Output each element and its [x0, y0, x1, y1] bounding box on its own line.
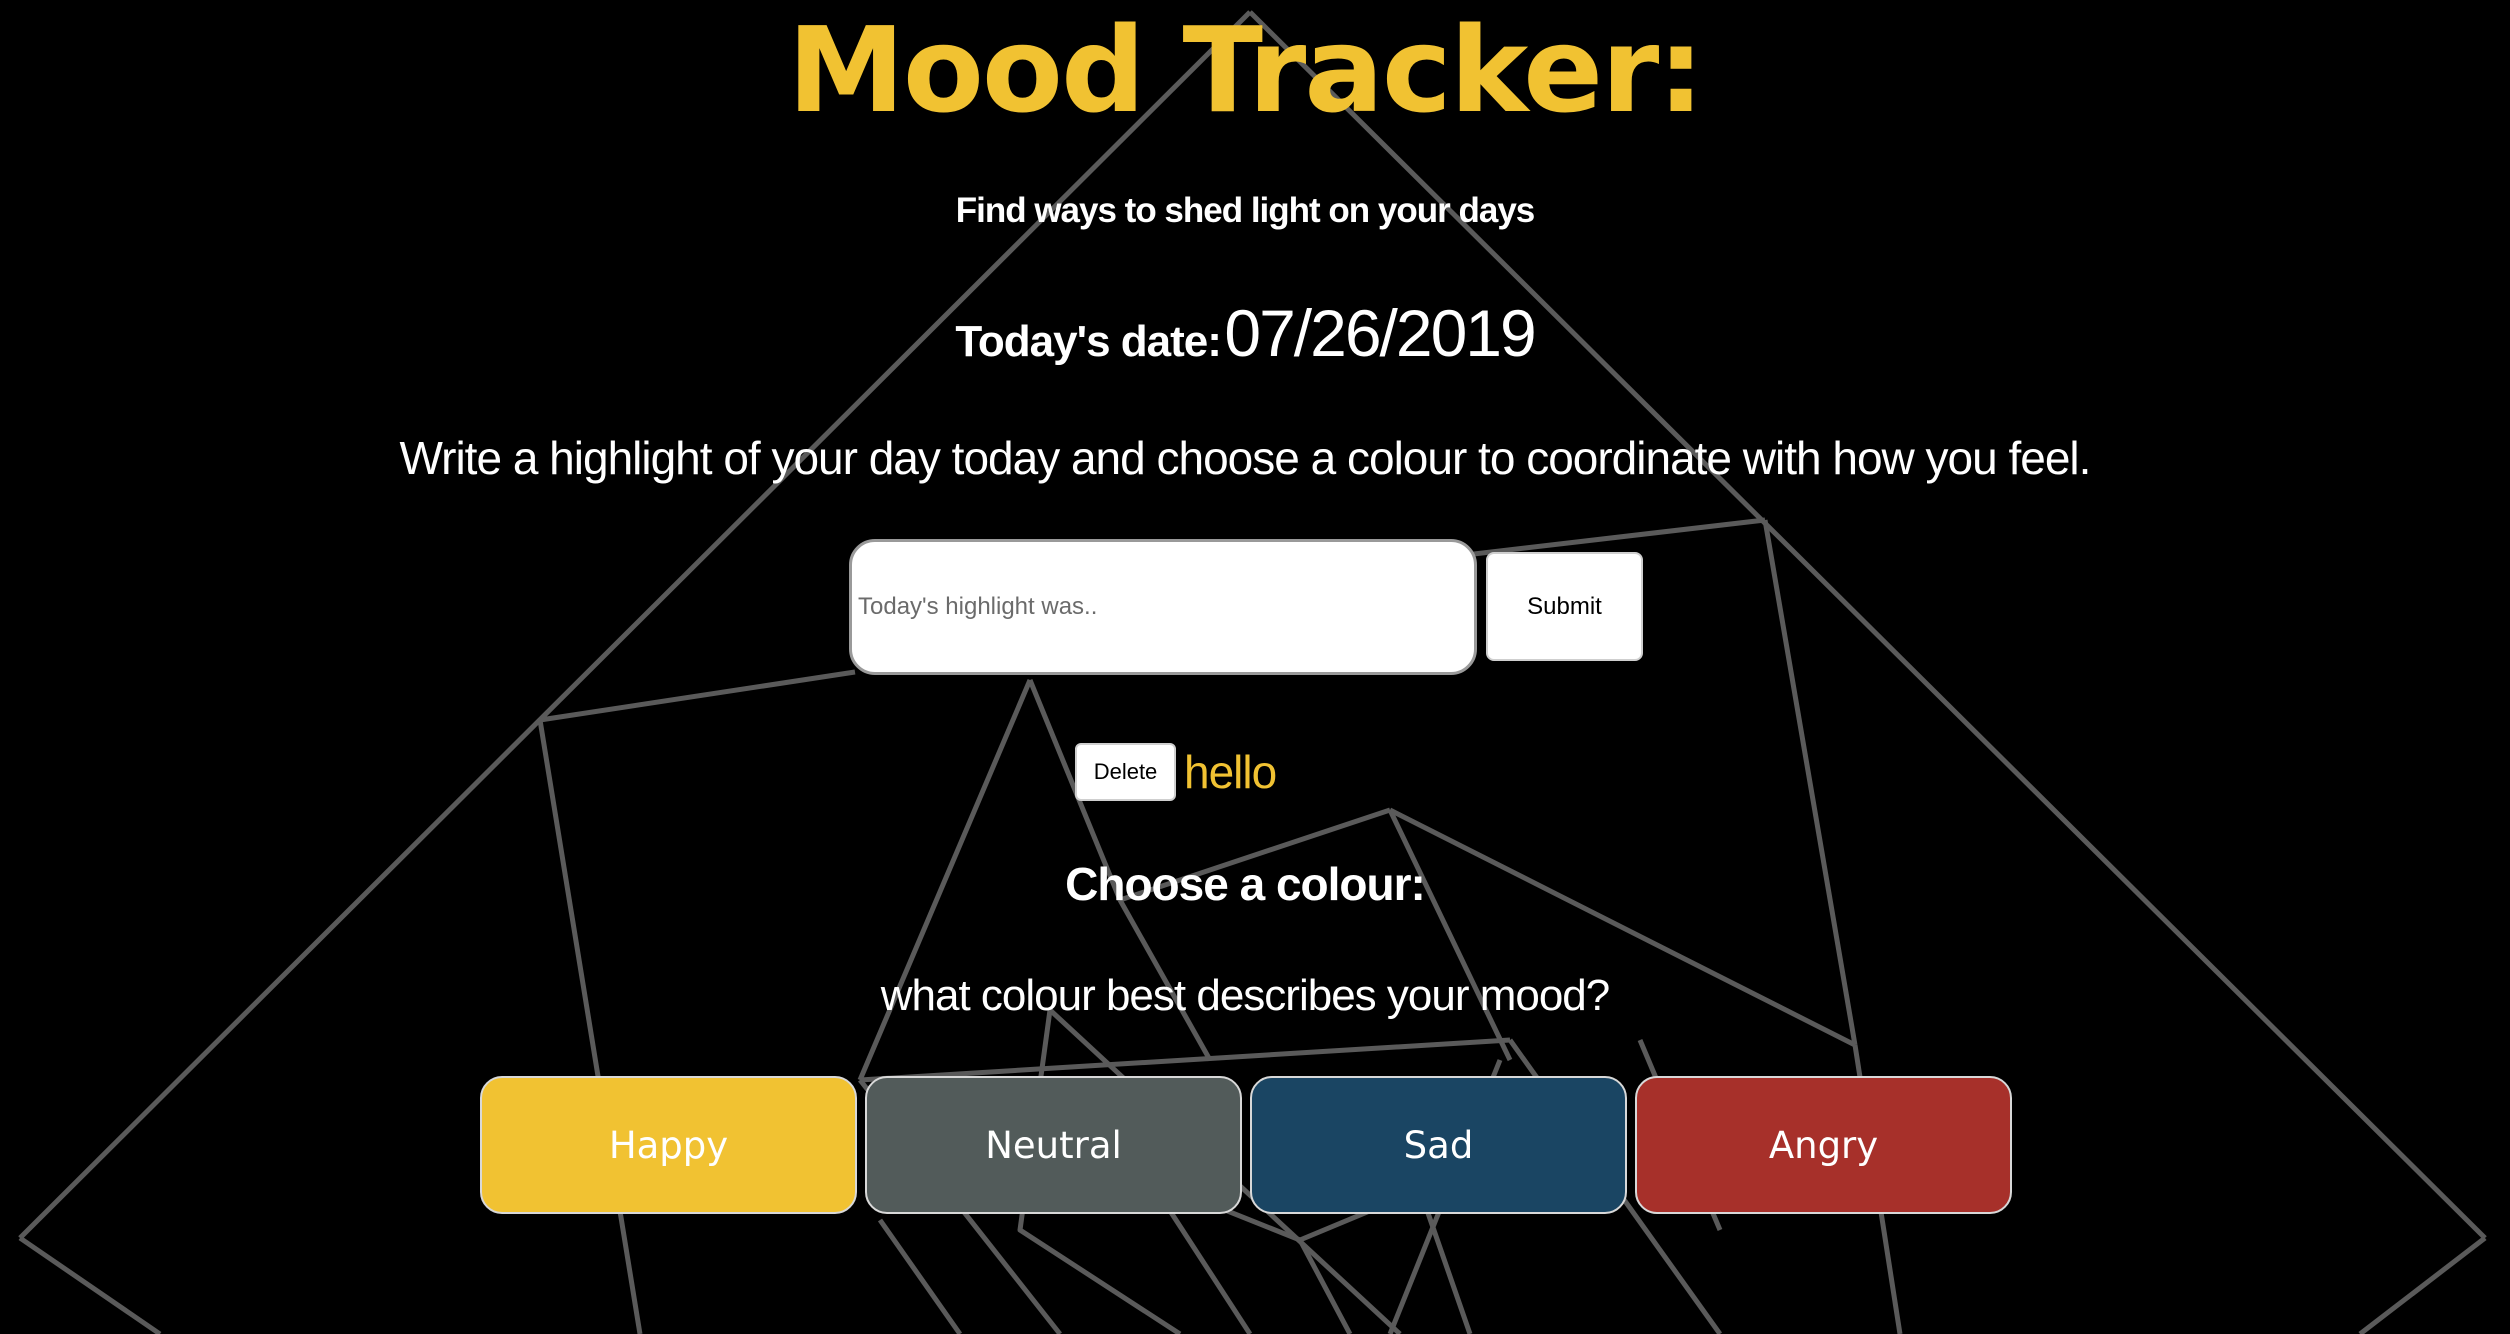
sad-button[interactable]: Sad	[1250, 1076, 1627, 1214]
happy-button[interactable]: Happy	[480, 1076, 857, 1214]
highlight-entry: Delete hello	[1075, 740, 1277, 804]
page-title: Mood Tracker:	[787, 1, 1704, 139]
neutral-button[interactable]: Neutral	[865, 1076, 1242, 1214]
main-content: Mood Tracker: Find ways to shed light on…	[0, 0, 2510, 1334]
page-subtitle: Find ways to shed light on your days	[955, 191, 1536, 230]
mood-tracker-page: Mood Tracker: Find ways to shed light on…	[0, 0, 2510, 1334]
mood-button-group: Happy Neutral Sad Angry	[480, 1076, 2012, 1214]
angry-button[interactable]: Angry	[1635, 1076, 2012, 1214]
date-display: Today's date: 07/26/2019	[0, 288, 2490, 397]
choose-colour-heading: Choose a colour:	[1065, 858, 1426, 910]
date-label: Today's date:	[955, 317, 1222, 366]
entry-text: hello	[1184, 746, 1277, 798]
date-value: 07/26/2019	[1224, 296, 1536, 370]
highlight-input[interactable]	[849, 539, 1477, 675]
mood-question: what colour best describes your mood?	[880, 971, 1611, 1020]
submit-button[interactable]: Submit	[1486, 552, 1643, 661]
instructions-text: Write a highlight of your day today and …	[399, 432, 2092, 484]
delete-button[interactable]: Delete	[1075, 743, 1176, 801]
